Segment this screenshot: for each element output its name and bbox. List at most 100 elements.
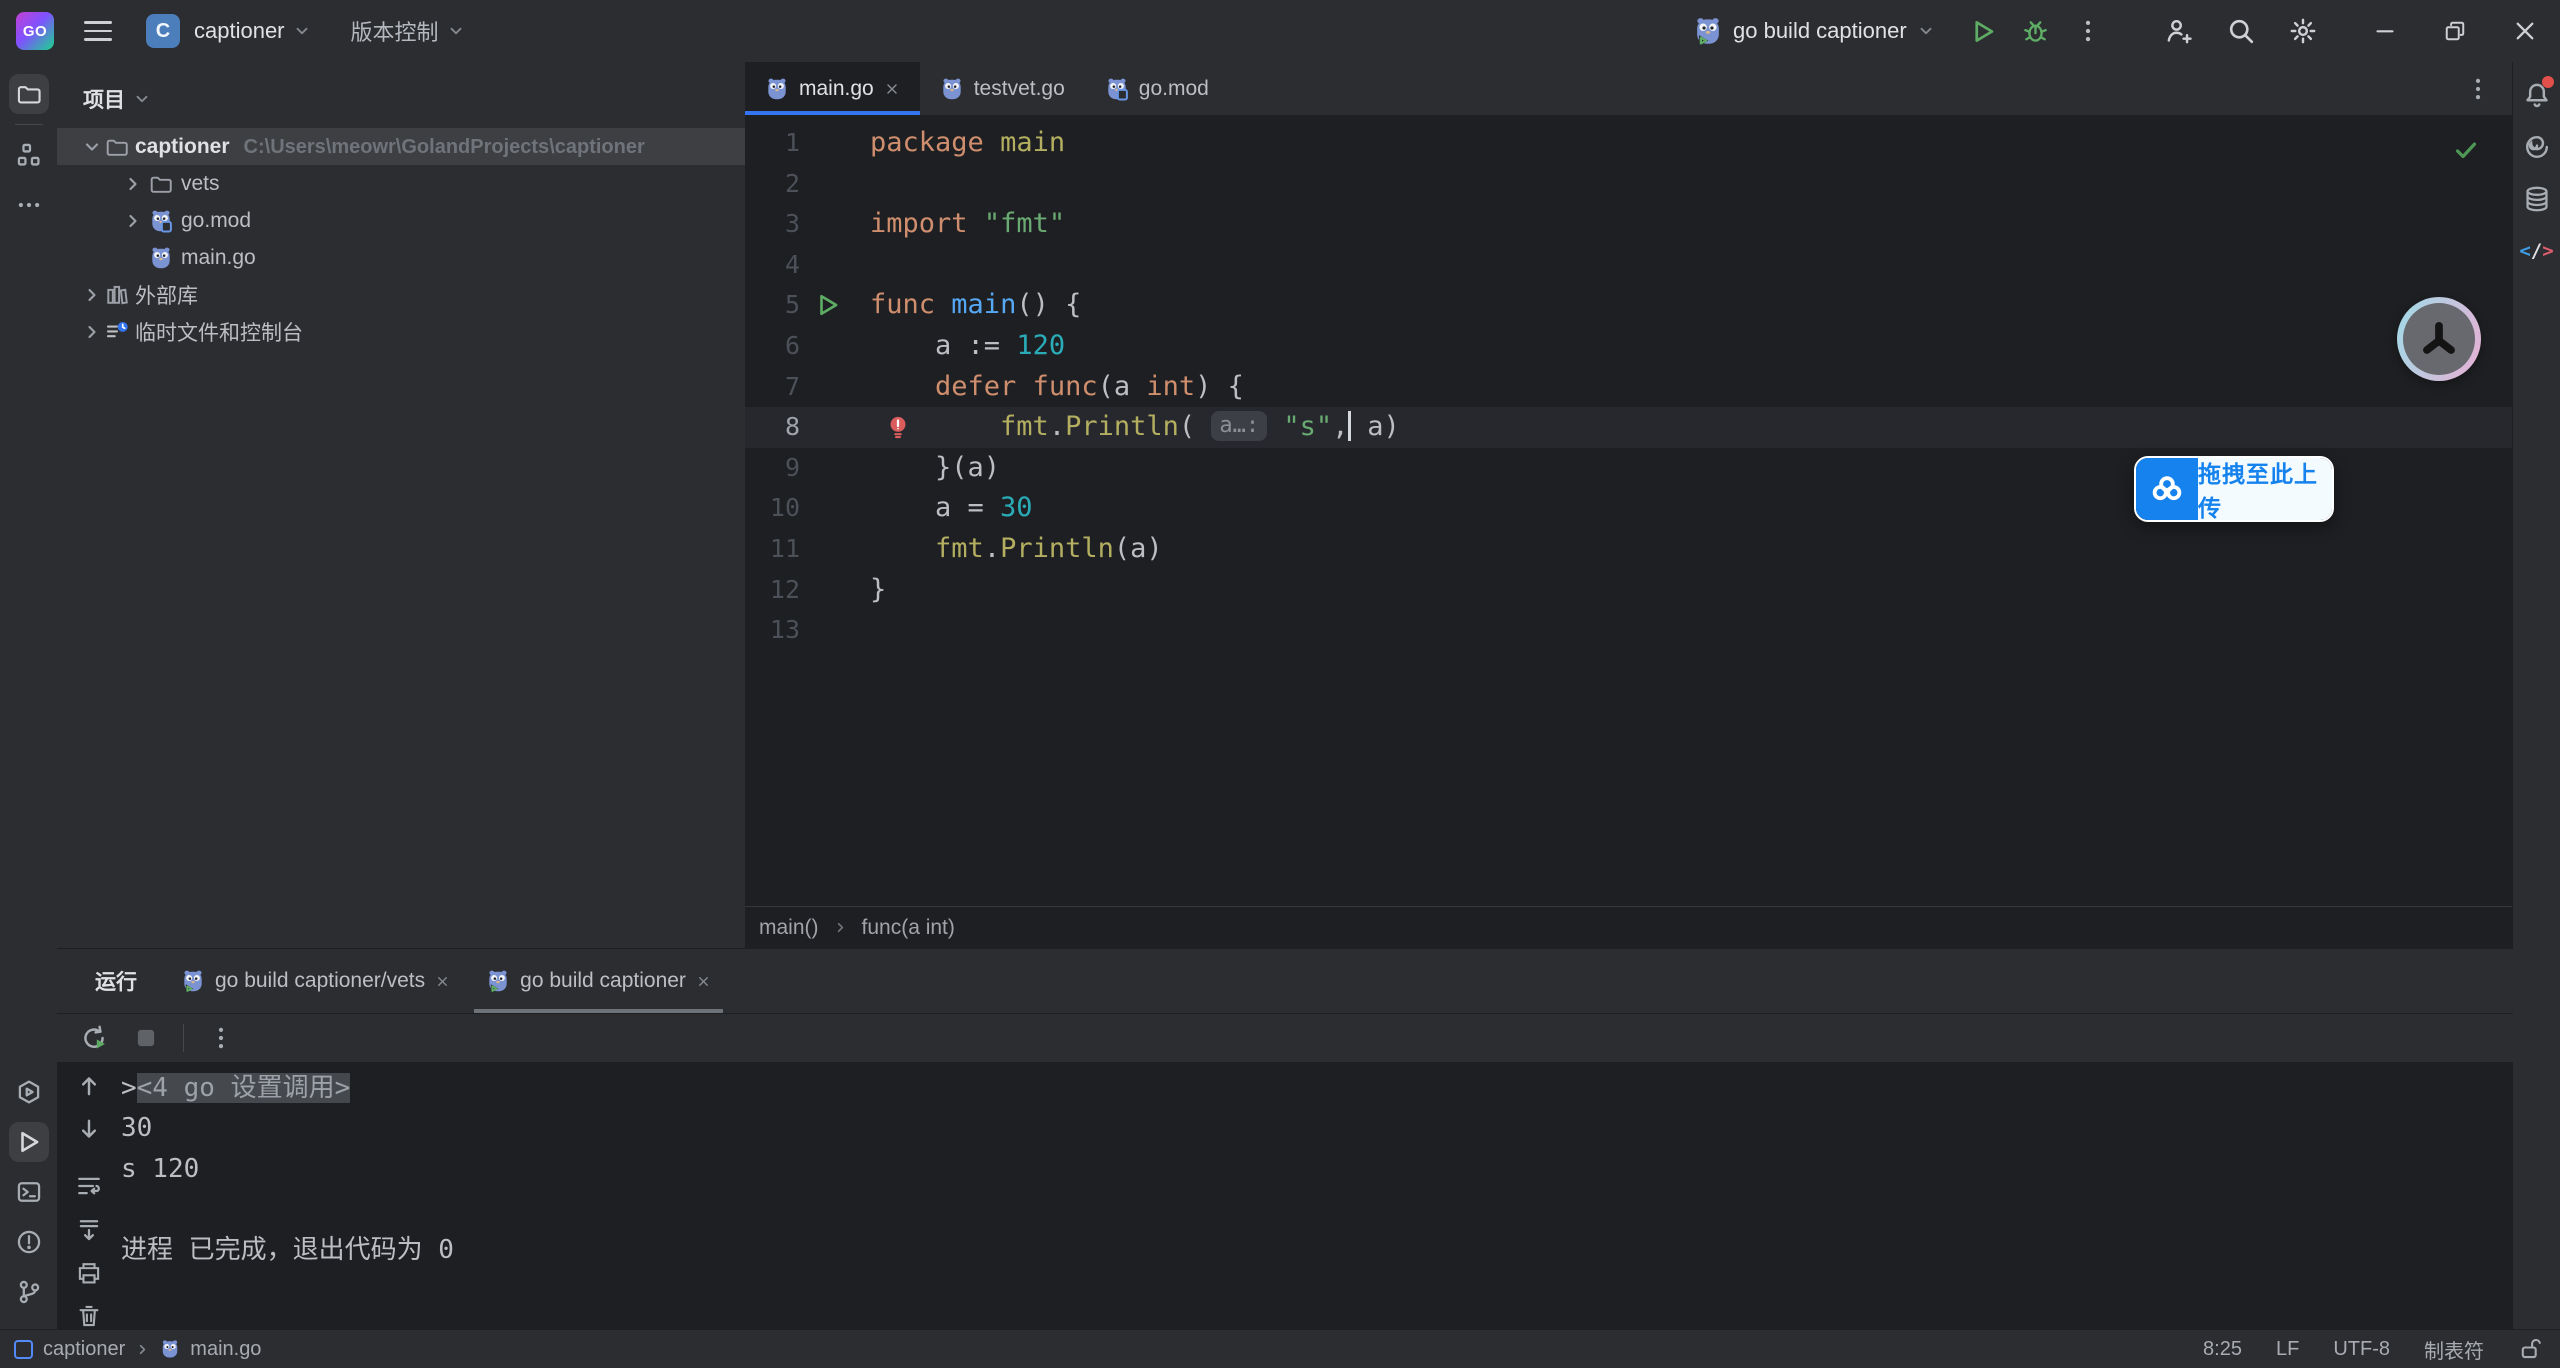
screen-share-overlay-badge[interactable]	[2397, 297, 2481, 381]
editor-tab-testvet.go[interactable]: testvet.go	[920, 62, 1085, 115]
editor-tab-main.go[interactable]: main.go	[745, 62, 920, 115]
tree-item-main.go[interactable]: main.go	[57, 239, 745, 276]
code-line-11[interactable]: 11 fmt.Println(a)	[745, 529, 2513, 570]
tree-item-go.mod[interactable]: go.mod	[57, 202, 745, 239]
code-line-13[interactable]: 13	[745, 610, 2513, 651]
structure-toolwindow-button[interactable]	[9, 135, 49, 175]
next-occurrence-button[interactable]	[74, 1115, 104, 1142]
chevron-right-icon[interactable]	[123, 211, 143, 231]
database-toolwindow-button[interactable]	[2518, 180, 2556, 218]
line-number[interactable]: 12	[745, 570, 800, 611]
problems-toolwindow-button[interactable]	[9, 1222, 49, 1262]
line-number[interactable]: 2	[745, 164, 800, 205]
chevron-right-icon[interactable]	[82, 322, 102, 342]
rerun-button[interactable]	[79, 1023, 109, 1053]
window-restore-button[interactable]	[2420, 0, 2490, 62]
code-line-8[interactable]: 8 fmt.Println( a…: "s", a)	[745, 407, 2513, 448]
line-number[interactable]: 9	[745, 448, 800, 489]
main-menu-button[interactable]	[84, 21, 112, 41]
code-line-5[interactable]: 5func main() {	[745, 285, 2513, 326]
code-line-2[interactable]: 2	[745, 164, 2513, 205]
chevron-down-icon[interactable]	[82, 137, 102, 157]
notifications-button[interactable]	[2518, 76, 2556, 114]
run-config-label[interactable]: go build captioner	[1733, 18, 1907, 44]
chevron-right-icon[interactable]	[82, 285, 102, 305]
tree-item-vets[interactable]: vets	[57, 165, 745, 202]
chevron-right-icon[interactable]	[123, 174, 143, 194]
project-widget[interactable]: captioner	[194, 18, 311, 44]
terminal-toolwindow-button[interactable]	[9, 1172, 49, 1212]
tab-label: main.go	[799, 77, 874, 101]
window-minimize-button[interactable]	[2350, 0, 2420, 62]
console-output[interactable]: ><4 go 设置调用>30s 120进程 已完成，退出代码为 0	[121, 1062, 2513, 1330]
close-icon[interactable]	[884, 81, 900, 97]
chevron-down-icon[interactable]	[1917, 22, 1935, 40]
code-line-1[interactable]: 1package main	[745, 123, 2513, 164]
close-icon[interactable]	[696, 974, 711, 989]
run-line-icon[interactable]	[815, 292, 841, 318]
search-everywhere-button[interactable]	[2226, 16, 2256, 46]
line-number[interactable]: 4	[745, 245, 800, 286]
print-button[interactable]	[74, 1259, 104, 1286]
breadcrumb-item[interactable]: func(a int)	[862, 916, 955, 940]
caret-position-widget[interactable]: 8:25	[2203, 1338, 2242, 1361]
tree-item-captioner[interactable]: captionerC:\Users\meowr\GolandProjects\c…	[57, 128, 745, 165]
status-project-crumb[interactable]: captioner	[43, 1338, 125, 1361]
add-user-button[interactable]	[2164, 16, 2194, 46]
line-number[interactable]: 7	[745, 367, 800, 408]
project-toolwindow-button[interactable]	[9, 74, 49, 114]
debug-button[interactable]	[2021, 16, 2051, 46]
breadcrumb-item[interactable]: main()	[759, 916, 819, 940]
line-number[interactable]: 13	[745, 610, 800, 651]
vcs-widget[interactable]: 版本控制	[351, 15, 465, 47]
line-number[interactable]: 5	[745, 285, 800, 326]
line-number[interactable]: 8	[745, 407, 800, 448]
indent-widget[interactable]: 制表符	[2424, 1335, 2484, 1364]
ai-assistant-button[interactable]	[2518, 128, 2556, 166]
code-line-3[interactable]: 3import "fmt"	[745, 204, 2513, 245]
clear-console-button[interactable]	[74, 1303, 104, 1330]
soft-wrap-button[interactable]	[74, 1173, 104, 1200]
code-line-7[interactable]: 7 defer func(a int) {	[745, 367, 2513, 408]
goland-logo[interactable]: GO	[16, 12, 54, 50]
console-more-button[interactable]	[206, 1023, 236, 1053]
close-icon[interactable]	[435, 974, 450, 989]
line-number[interactable]: 3	[745, 204, 800, 245]
scroll-to-end-button[interactable]	[74, 1216, 104, 1243]
run-toolwindow-button[interactable]	[9, 1122, 49, 1162]
code-line-4[interactable]: 4	[745, 245, 2513, 286]
line-number[interactable]: 10	[745, 488, 800, 529]
console-command-chip[interactable]: <4 go 设置调用>	[137, 1073, 351, 1103]
window-close-button[interactable]	[2490, 0, 2560, 62]
tree-item----[interactable]: 外部库	[57, 276, 745, 313]
line-number[interactable]: 1	[745, 123, 800, 164]
more-run-actions-button[interactable]	[2073, 16, 2103, 46]
code-line-12[interactable]: 12}	[745, 570, 2513, 611]
line-number[interactable]: 11	[745, 529, 800, 570]
more-toolwindows-button[interactable]	[9, 185, 49, 225]
project-avatar[interactable]: C	[146, 14, 180, 48]
tab-label: go.mod	[1139, 77, 1209, 101]
settings-button[interactable]	[2288, 16, 2318, 46]
endpoints-plugin-button[interactable]: </>	[2518, 232, 2556, 270]
line-number[interactable]: 6	[745, 326, 800, 367]
tree-item---------[interactable]: 临时文件和控制台	[57, 313, 745, 350]
unlock-icon[interactable]	[2518, 1337, 2542, 1361]
run-button[interactable]	[1969, 16, 1999, 46]
stop-button[interactable]	[131, 1023, 161, 1053]
services-toolwindow-button[interactable]	[9, 1072, 49, 1112]
status-file-crumb[interactable]: main.go	[190, 1338, 261, 1361]
code-line-6[interactable]: 6 a := 120	[745, 326, 2513, 367]
encoding-widget[interactable]: UTF-8	[2333, 1338, 2390, 1361]
run-tab-go-build-captioner-vets[interactable]: go build captioner/vets	[163, 949, 468, 1013]
line-separator-widget[interactable]: LF	[2276, 1338, 2299, 1361]
netdisk-upload-dropzone[interactable]: 拖拽至此上传	[2134, 456, 2334, 522]
tab-options-button[interactable]	[2465, 76, 2491, 102]
inspection-ok-icon[interactable]	[2453, 137, 2479, 163]
editor-tab-go.mod[interactable]: go.mod	[1085, 62, 1229, 115]
git-toolwindow-button[interactable]	[9, 1272, 49, 1312]
run-tab-go-build-captioner[interactable]: go build captioner	[468, 949, 729, 1013]
run-console[interactable]: ><4 go 设置调用>30s 120进程 已完成，退出代码为 0	[57, 1062, 2513, 1330]
prev-occurrence-button[interactable]	[74, 1072, 104, 1099]
project-panel-header[interactable]: 项目	[57, 62, 745, 128]
